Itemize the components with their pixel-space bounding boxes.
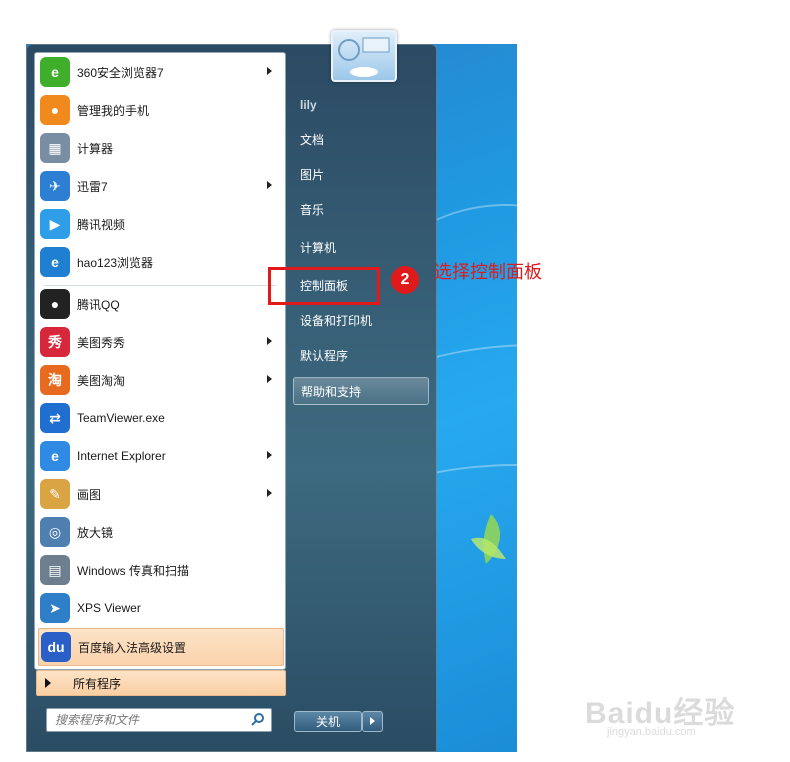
program-item[interactable]: 秀美图秀秀	[38, 324, 282, 360]
annotation-text: 选择控制面板	[434, 262, 542, 282]
program-item-label: 计算器	[77, 141, 114, 156]
submenu-arrow-icon[interactable]	[267, 67, 272, 75]
right-link-label: 默认程序	[300, 348, 349, 363]
right-link-label: 设备和打印机	[300, 313, 373, 328]
meitu-xiuxiu-icon: 秀	[40, 327, 70, 357]
search-icon[interactable]	[251, 712, 265, 726]
program-item[interactable]: ⇄ TeamViewer.exe	[38, 400, 282, 436]
meitu-taotao-icon: 淘	[40, 365, 70, 395]
right-link-label: 帮助和支持	[301, 384, 362, 399]
expand-arrow-icon	[45, 678, 51, 688]
program-item[interactable]: ▦ 计算器	[38, 130, 282, 166]
thunder-bird-icon: ✈	[40, 171, 70, 201]
program-item-label: 管理我的手机	[77, 103, 150, 118]
program-item[interactable]: du 百度输入法高级设置	[38, 628, 284, 666]
right-link-label: 音乐	[300, 202, 325, 217]
shutdown-options-button[interactable]	[362, 711, 383, 732]
program-item-label: 画图	[77, 487, 102, 502]
program-item[interactable]: ✈ 迅雷7	[38, 168, 282, 204]
right-link-item[interactable]: 设备和打印机	[293, 307, 427, 333]
baidu-watermark: Baidu经验 jingyan.baidu.com	[585, 688, 755, 748]
program-item-label: 放大镜	[77, 525, 114, 540]
program-item-label: 迅雷7	[77, 179, 108, 194]
program-item-label: Internet Explorer	[77, 449, 166, 463]
program-item-label: 腾讯视频	[77, 217, 126, 232]
shutdown-button[interactable]: 关机	[294, 711, 362, 732]
program-item[interactable]: ▶ 腾讯视频	[38, 206, 282, 242]
qq-penguin-icon: ●	[40, 289, 70, 319]
right-link-label: 计算机	[300, 240, 337, 255]
submenu-arrow-icon[interactable]	[267, 451, 272, 459]
program-item[interactable]: e Internet Explorer	[38, 438, 282, 474]
tencent-video-icon: ▶	[40, 209, 70, 239]
submenu-arrow-icon[interactable]	[267, 337, 272, 345]
program-item[interactable]: ● 管理我的手机	[38, 92, 282, 128]
teamviewer-icon: ⇄	[40, 403, 70, 433]
program-item[interactable]: ● 腾讯QQ	[38, 286, 282, 322]
program-item[interactable]: ✎ 画图	[38, 476, 282, 512]
program-item-label: hao123浏览器	[77, 255, 154, 270]
user-avatar[interactable]	[331, 30, 397, 82]
magnifier-icon: ◎	[40, 517, 70, 547]
submenu-arrow-icon[interactable]	[267, 181, 272, 189]
right-link-item[interactable]: 计算机	[293, 234, 427, 260]
leaf-decoration-icon	[471, 514, 506, 564]
program-item-label: 百度输入法高级设置	[78, 640, 187, 655]
right-link-label: 图片	[300, 167, 325, 182]
program-list-divider	[44, 285, 276, 286]
right-link-label: 文档	[300, 132, 325, 147]
username-label[interactable]: lily	[300, 98, 317, 112]
program-item-label: Windows 传真和扫描	[77, 563, 190, 578]
program-item[interactable]: 淘美图淘淘	[38, 362, 282, 398]
submenu-arrow-icon[interactable]	[267, 375, 272, 383]
internet-explorer-icon: e	[40, 441, 70, 471]
right-link-item[interactable]: 默认程序	[293, 342, 427, 368]
program-item[interactable]: e 360安全浏览器7	[38, 54, 282, 90]
xps-viewer-icon: ➤	[40, 593, 70, 623]
right-link-item[interactable]: 音乐	[293, 196, 427, 222]
program-item[interactable]: ➤ XPS Viewer	[38, 590, 282, 626]
step-number-badge: 2	[391, 266, 419, 294]
calculator-icon: ▦	[40, 133, 70, 163]
baidu-ime-icon: du	[41, 632, 71, 662]
submenu-arrow-icon[interactable]	[267, 489, 272, 497]
annotation-highlight-box	[268, 267, 380, 305]
right-link-item[interactable]: 帮助和支持	[293, 377, 429, 405]
watermark-url: jingyan.baidu.com	[607, 726, 696, 738]
paint-palette-icon: ✎	[40, 479, 70, 509]
right-link-item[interactable]: 图片	[293, 161, 427, 187]
search-input[interactable]	[53, 712, 247, 728]
all-programs-button[interactable]: 所有程序	[36, 670, 286, 696]
program-item[interactable]: ▤ Windows 传真和扫描	[38, 552, 282, 588]
program-item-label: 美图秀秀	[77, 335, 126, 350]
search-box[interactable]	[46, 708, 272, 732]
fax-scan-icon: ▤	[40, 555, 70, 585]
program-item-label: 腾讯QQ	[77, 297, 120, 312]
program-item-label: 360安全浏览器7	[77, 65, 164, 80]
all-programs-label: 所有程序	[73, 676, 122, 691]
program-item[interactable]: e hao123浏览器	[38, 244, 282, 280]
browser-360-icon: e	[40, 57, 70, 87]
screenshot-canvas: e 360安全浏览器7 ● 管理我的手机 ▦ 计算器 ✈ 迅雷7 ▶ 腾讯视频 e hao123浏览器…	[0, 0, 790, 762]
phone-manager-icon: ●	[40, 95, 70, 125]
program-item[interactable]: ◎ 放大镜	[38, 514, 282, 550]
program-item-label: 美图淘淘	[77, 373, 126, 388]
program-item-label: XPS Viewer	[77, 601, 141, 615]
user-picture-icon	[338, 37, 390, 77]
hao123-browser-icon: e	[40, 247, 70, 277]
program-item-label: TeamViewer.exe	[77, 411, 165, 425]
right-link-item[interactable]: 文档	[293, 126, 427, 152]
